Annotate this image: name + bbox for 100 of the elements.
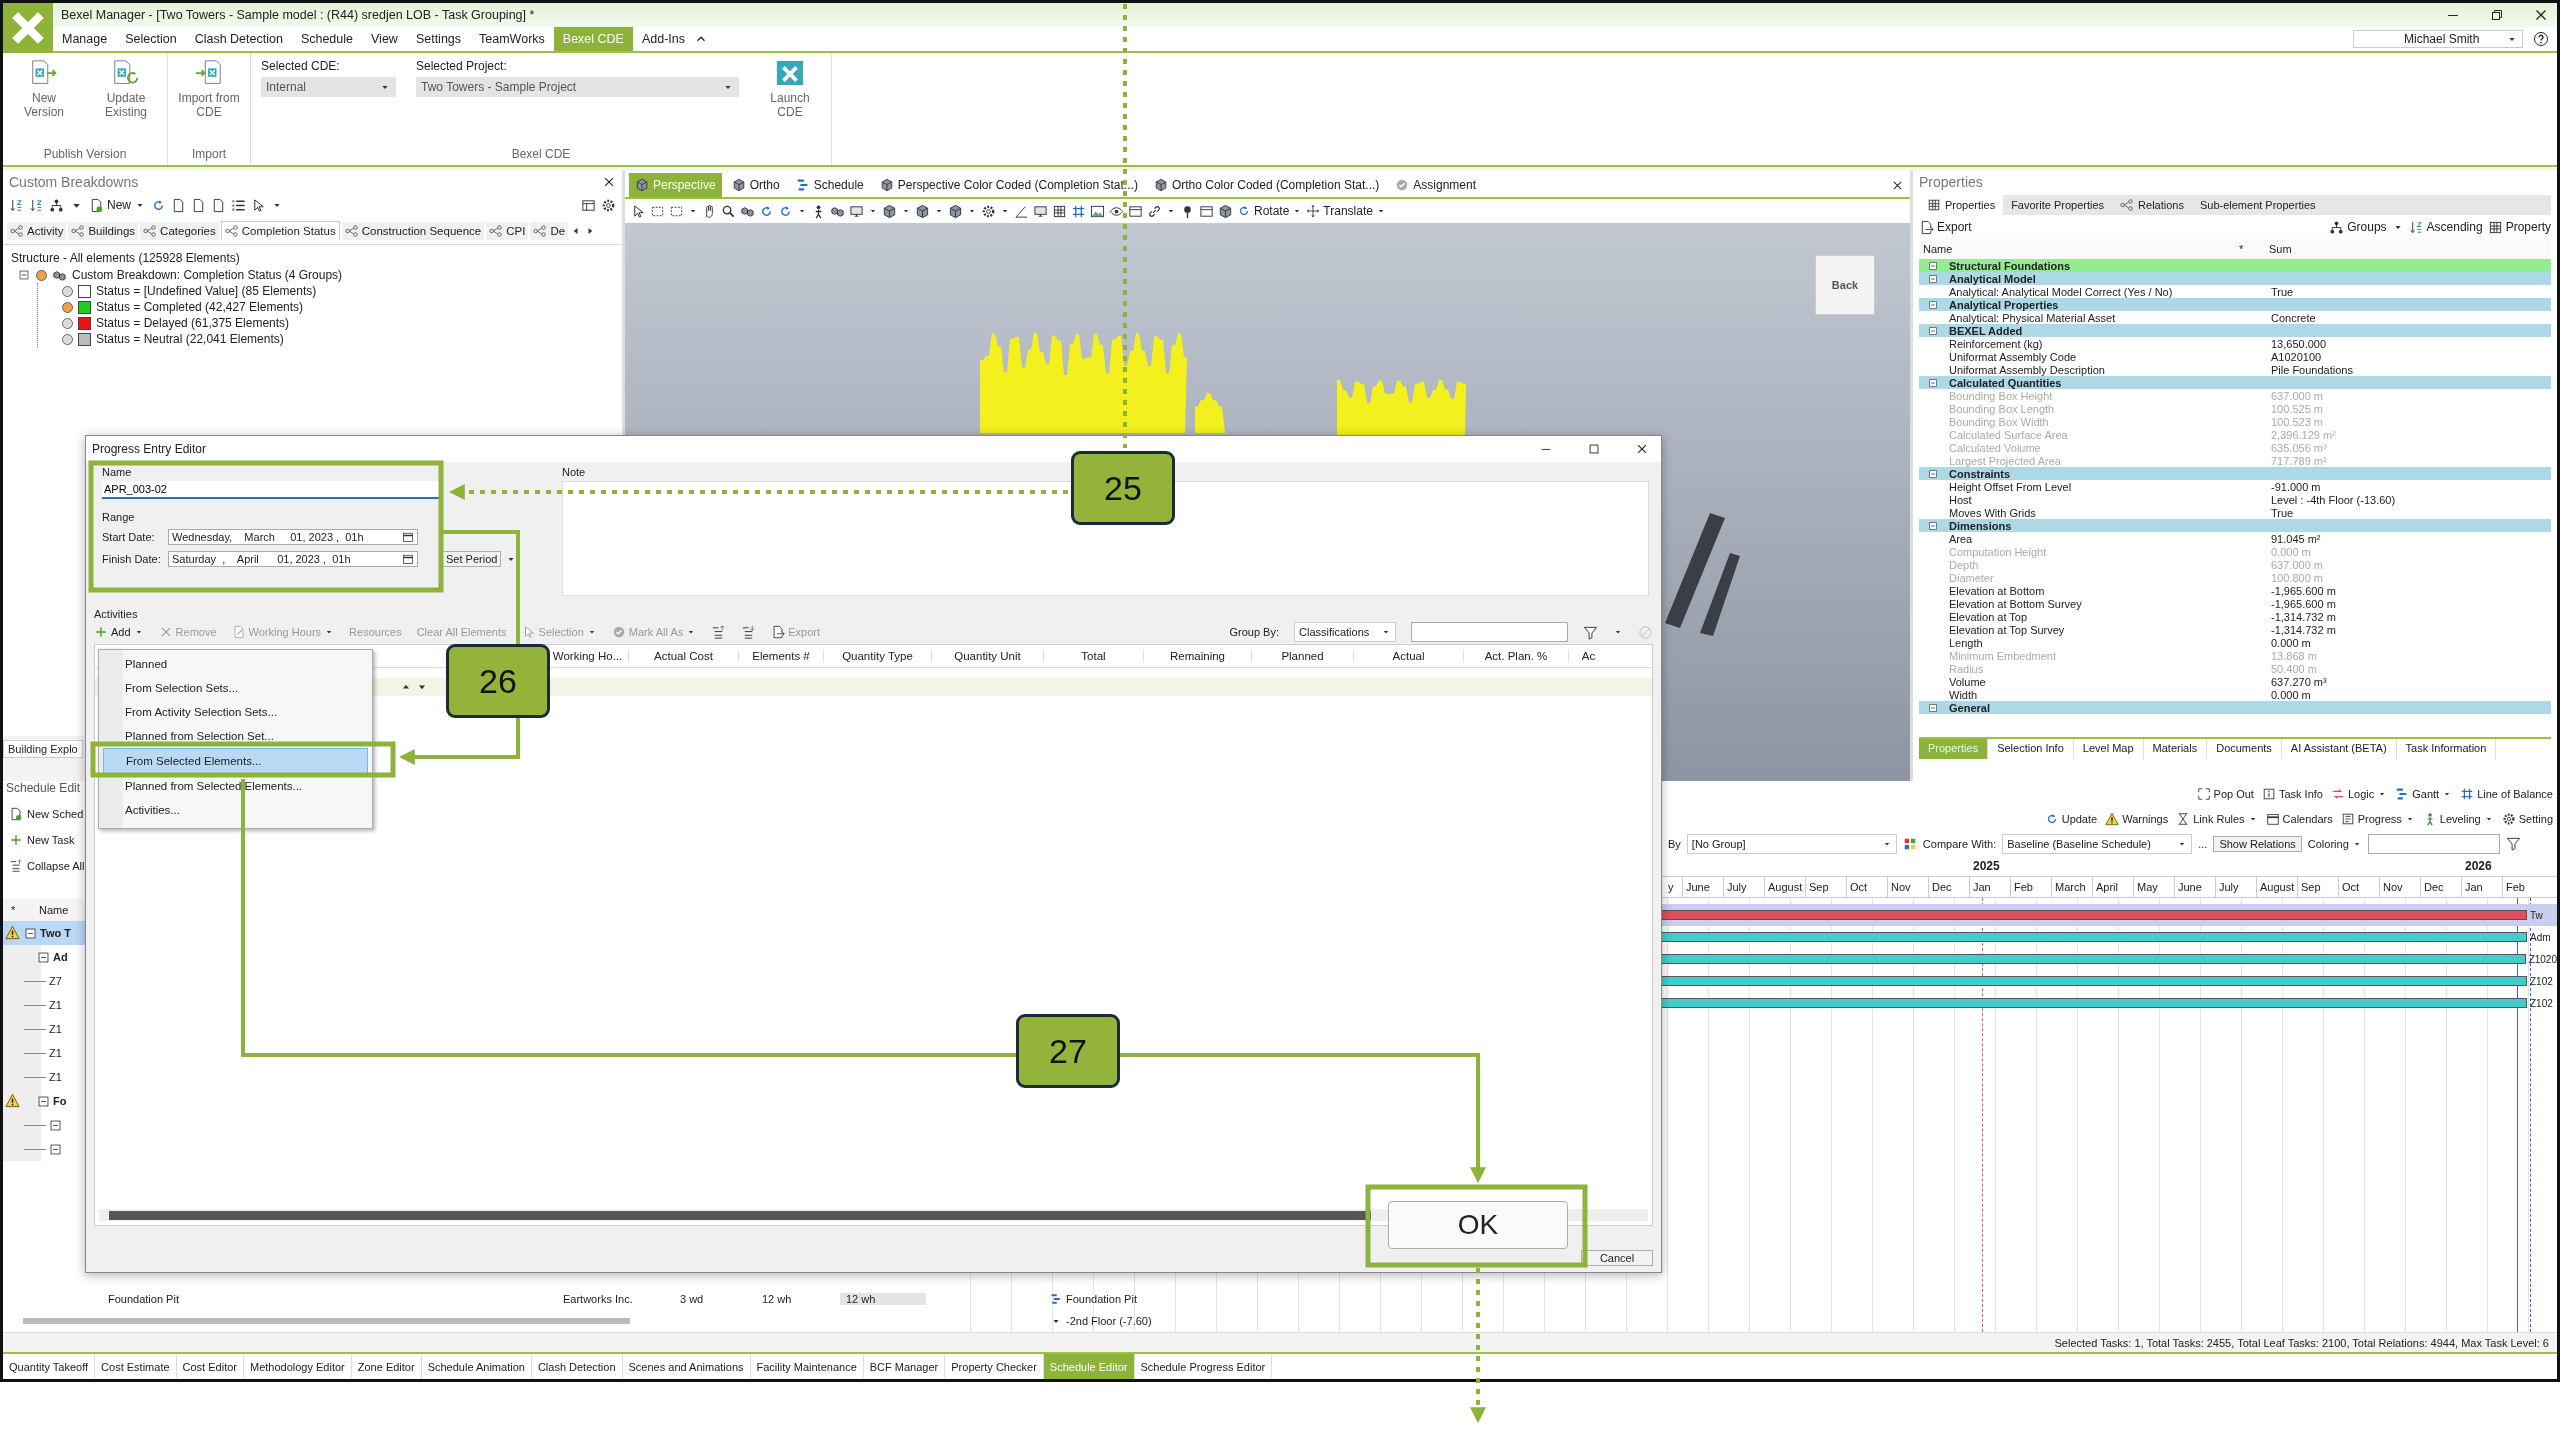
property-value: 637.000 m (2271, 558, 2323, 571)
group-name: Constraints (1949, 467, 2011, 480)
property-value: -1,965.600 m (2271, 584, 2336, 597)
field-label: Selected CDE: (261, 59, 341, 73)
property-value: 0.000 m (2271, 636, 2311, 649)
month-label: March (2052, 877, 2093, 897)
month-label: Oct (1847, 877, 1888, 897)
bar-label: Foundation Pit (1066, 1293, 1137, 1305)
callout-badge: 25 (1071, 451, 1175, 525)
property-value: True (2271, 506, 2294, 519)
month-label: June (2175, 877, 2216, 897)
year-label: 2026 (2465, 859, 2492, 873)
group-label: Import (191, 147, 227, 161)
property-name: Uniformat Assembly Description (1948, 363, 2106, 376)
property-name: Analytical: Physical Material Asset (1948, 311, 2117, 324)
property-value: -91.000 m (2271, 480, 2321, 493)
property-name: Host (1948, 493, 1973, 506)
property-name: Diameter (1948, 571, 1995, 584)
property-value: -1,314.732 m (2271, 610, 2336, 623)
month-label: Dec (1929, 877, 1970, 897)
property-value: 635.056 m³ (2271, 441, 2327, 454)
property-name: Uniformat Assembly Code (1948, 350, 2078, 363)
property-value: 637.000 m (2271, 389, 2323, 402)
table-cell: 12 wh (840, 1293, 926, 1305)
property-name: Area (1948, 532, 1974, 545)
field-label: Note (562, 466, 587, 478)
property-name: Calculated Surface Area (1948, 428, 2069, 441)
property-value: Concrete (2271, 311, 2316, 324)
property-value: 100.523 m (2271, 415, 2323, 428)
month-label: Sep (1806, 877, 1847, 897)
bar-label: Adm (2530, 931, 2551, 943)
structure-label: Structure - All elements (125928 Elements) (10, 250, 241, 267)
bar-label: Z102 (2530, 975, 2553, 987)
table-cell-text: 3 wd (680, 1293, 705, 1305)
property-name: Bounding Box Height (1948, 389, 2054, 402)
property-name: Calculated Volume (1948, 441, 2042, 454)
bar-label: Z1020 (2528, 953, 2557, 965)
property-name: Elevation at Top (1948, 610, 2029, 623)
dialog-title: Progress Entry Editor (92, 442, 207, 456)
month-label: Feb (2505, 880, 2526, 895)
property-value: 13,650.000 (2271, 337, 2327, 350)
property-value: 717.789 m² (2271, 454, 2327, 467)
property-name: Elevation at Bottom Survey (1948, 597, 2083, 610)
field-label: Finish Date: (102, 553, 162, 565)
group-label: Bexel CDE (510, 147, 572, 161)
property-name: Elevation at Top Survey (1948, 623, 2066, 636)
field-label: Group By: (1229, 626, 1279, 638)
property-value: 0.000 m (2271, 545, 2311, 558)
group-name: BEXEL Added (1949, 324, 2023, 337)
property-value: 91.045 m² (2271, 532, 2321, 545)
month-label: Nov (2380, 877, 2421, 897)
field-label: By (1668, 837, 1681, 850)
property-value: 100.525 m (2271, 402, 2323, 415)
table-cell-text: Foundation Pit (107, 1293, 180, 1305)
month-label: Oct (2339, 877, 2380, 897)
panel-title: Custom Breakdowns (9, 174, 139, 190)
month-label: August (2257, 877, 2298, 897)
section-label: Range (102, 511, 136, 523)
property-name: Volume (1948, 675, 1987, 688)
group-name: General (1949, 701, 1990, 714)
section-label: Activities (94, 608, 139, 620)
property-name: Length (1948, 636, 1984, 649)
month-label: Dec (2421, 877, 2462, 897)
month-label: July (1724, 877, 1765, 897)
property-name: Bounding Box Width (1948, 415, 2050, 428)
window-title: Bexel Manager - [Two Towers - Sample model : (R44) sredjen LOB - Task Grouping] * (61, 8, 535, 22)
group-name: Structural Foundations (1949, 259, 2070, 272)
bar-label: Tw (2530, 909, 2543, 921)
property-value: 50.400 m (2271, 662, 2317, 675)
callout-badge: 27 (1016, 1014, 1120, 1088)
month-label: April (2093, 877, 2134, 897)
property-name: Radius (1948, 662, 1985, 675)
month-label: July (2216, 877, 2257, 897)
property-value: True (2271, 285, 2294, 298)
property-name: Bounding Box Length (1948, 402, 2056, 415)
property-name: Largest Projected Area (1948, 454, 2062, 467)
property-name: Depth (1948, 558, 1980, 571)
status-text: Selected Tasks: 1, Total Tasks: 2455, Total Leaf Tasks: 2100, Total Relations: 4944, Max Task Level: 6 (2054, 1336, 2549, 1349)
panel-title: Properties (1919, 174, 1983, 190)
property-name: Computation Height (1948, 545, 2048, 558)
property-value: 637.270 m³ (2271, 675, 2327, 688)
field-label: Selected Project: (416, 59, 508, 73)
group-name: Analytical Model (1949, 272, 2036, 285)
group-label: Publish Version (42, 147, 128, 161)
field-label: Compare With: (1922, 837, 1997, 850)
property-value: -1,965.600 m (2271, 597, 2336, 610)
group-name: Analytical Properties (1949, 298, 2059, 311)
month-label: May (2134, 877, 2175, 897)
property-value: 100.800 m (2271, 571, 2323, 584)
property-name: Width (1948, 688, 1979, 701)
property-name: Moves With Grids (1948, 506, 2037, 519)
property-value: 13.868 m (2271, 649, 2317, 662)
property-name: Reinforcement (kg) (1948, 337, 2044, 350)
property-name: Elevation at Bottom (1948, 584, 2046, 597)
month-label: Sep (2298, 877, 2339, 897)
field-label: Start Date: (102, 531, 156, 543)
group-name: Dimensions (1949, 519, 2012, 532)
month-label: June (1683, 877, 1724, 897)
month-label: y (1665, 877, 1683, 897)
property-value: -1,314.732 m (2271, 623, 2336, 636)
